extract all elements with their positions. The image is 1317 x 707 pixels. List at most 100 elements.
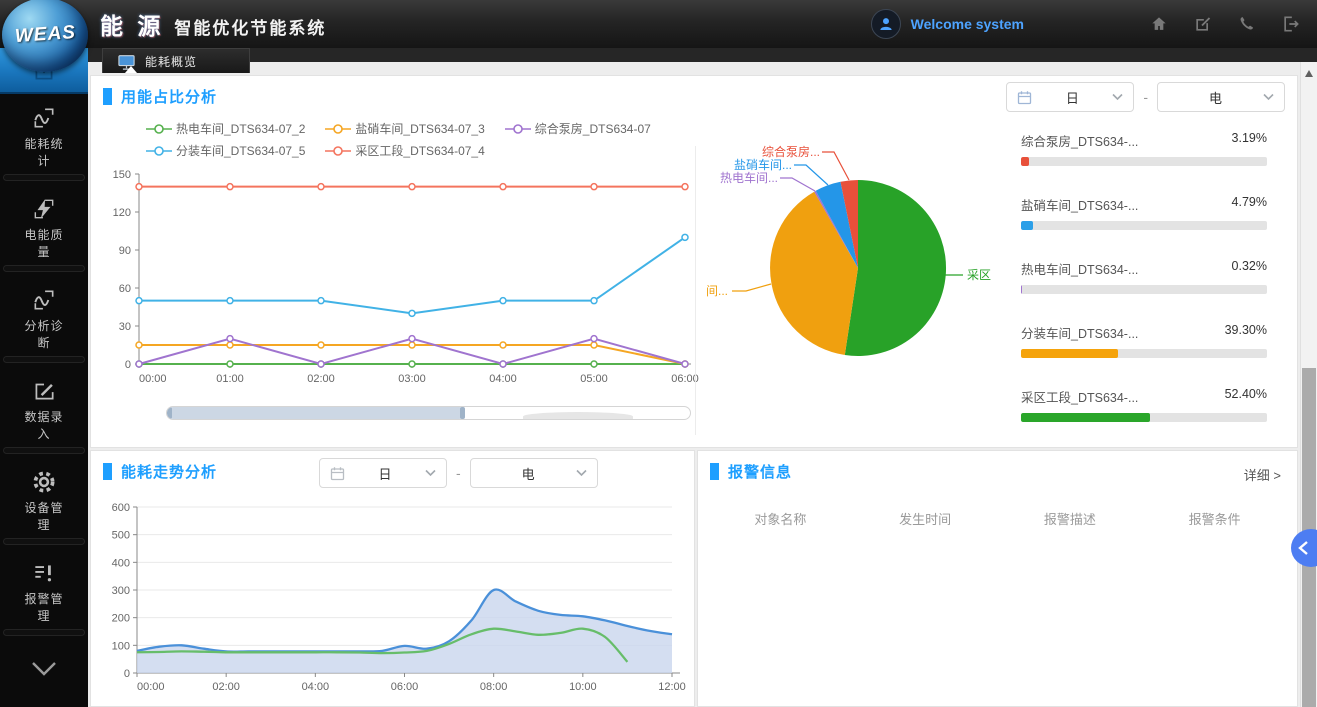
svg-text:热电车间...: 热电车间... <box>720 170 778 185</box>
svg-text:00:00: 00:00 <box>139 373 167 385</box>
ranking-name: 采区工段_DTS634-... <box>1021 387 1138 406</box>
title-accent-bar <box>103 88 112 105</box>
svg-text:400: 400 <box>112 557 130 569</box>
trend-icon <box>30 103 58 133</box>
sidebar-item-label: 分析诊断 <box>21 318 67 352</box>
user-info: Welcome system <box>871 9 1024 39</box>
sidebar-divider <box>3 174 85 181</box>
legend-item[interactable]: 综合泵房_DTS634-07 <box>505 120 651 137</box>
sidebar-item-data-entry[interactable]: 数据录入 <box>0 367 88 443</box>
edit-icon[interactable] <box>1193 14 1213 34</box>
sidebar-item-label: 报警管理 <box>21 591 67 625</box>
svg-text:90: 90 <box>119 245 131 257</box>
alarm-column-header: 报警描述 <box>998 509 1143 528</box>
svg-text:120: 120 <box>113 207 131 219</box>
usage-ranking-list: 综合泵房_DTS634-...3.19%盐硝车间_DTS634-...4.79%… <box>1021 131 1267 451</box>
ranking-row: 热电车间_DTS634-...0.32% <box>1021 259 1267 294</box>
weas-logo-text: WEAS <box>14 22 76 48</box>
alarm-column-header: 报警条件 <box>1142 509 1287 528</box>
svg-text:01:00: 01:00 <box>216 373 244 385</box>
title-accent-bar <box>103 463 112 480</box>
app-title: 能 源 智能优化节能系统 <box>100 7 326 41</box>
sidebar-divider <box>3 265 85 272</box>
ranking-name: 分装车间_DTS634-... <box>1021 323 1138 342</box>
alarm-list-icon <box>31 558 57 588</box>
svg-text:综合泵房...: 综合泵房... <box>762 144 820 159</box>
svg-text:0: 0 <box>125 359 131 371</box>
datazoom-handle-right[interactable] <box>460 407 465 419</box>
ranking-bar-track <box>1021 349 1267 358</box>
ranking-bar-track <box>1021 221 1267 230</box>
svg-text:采区: 采区 <box>967 268 991 282</box>
svg-text:02:00: 02:00 <box>307 373 335 385</box>
usage-energy-type-select[interactable]: 电 <box>1157 82 1285 112</box>
user-avatar-icon <box>871 9 901 39</box>
ranking-row: 盐硝车间_DTS634-... 4.79% <box>1021 195 1267 230</box>
sidebar-item-device-mgmt[interactable]: 设备管理 <box>0 458 88 534</box>
logout-icon[interactable] <box>1281 14 1301 34</box>
panel-alarm-info: 报警信息 详细 > 对象名称发生时间报警描述报警条件 <box>697 450 1298 707</box>
line-legend: 热电车间_DTS634-07_2 盐硝车间_DTS634-07_3 综合泵房_DTS… <box>146 120 651 164</box>
sidebar-item-alarm-mgmt[interactable]: 报警管理 <box>0 549 88 625</box>
main-content: 用能占比分析 日 - 电 <box>88 62 1300 707</box>
ranking-row: 分装车间_DTS634-... 39.30% <box>1021 323 1267 358</box>
ranking-name: 盐硝车间_DTS634-... <box>1021 195 1138 214</box>
sidebar-item-label: 电能质量 <box>21 227 67 261</box>
sidebar-item-energy-stats[interactable]: 能耗统计 <box>0 94 88 170</box>
calendar-icon <box>1017 90 1032 105</box>
sidebar-item-expand[interactable] <box>0 640 88 684</box>
ranking-bar-fill <box>1021 221 1033 230</box>
calendar-icon <box>330 466 345 481</box>
legend-item[interactable]: 热电车间_DTS634-07_2 <box>146 120 305 137</box>
ranking-bar-fill <box>1021 413 1150 422</box>
svg-text:04:00: 04:00 <box>489 373 517 385</box>
svg-text:12:00: 12:00 <box>658 681 686 693</box>
trend-energy-type-select[interactable]: 电 <box>470 458 598 488</box>
alarm-table-header: 对象名称发生时间报警描述报警条件 <box>708 509 1287 528</box>
chevron-down-icon <box>425 469 436 477</box>
trend-period-select[interactable]: 日 <box>319 458 447 488</box>
sidebar-divider <box>3 356 85 363</box>
sidebar-item-power-quality[interactable]: 电能质量 <box>0 185 88 261</box>
panel-usage-title: 用能占比分析 <box>103 86 217 107</box>
legend-item[interactable]: 盐硝车间_DTS634-07_3 <box>325 120 484 137</box>
svg-text:06:00: 06:00 <box>391 681 419 693</box>
tab-energy-overview[interactable]: 能耗概览 <box>102 48 250 73</box>
ranking-percent: 52.40% <box>1225 387 1267 406</box>
sidebar: 能耗统计 电能质量 分析诊断 数据录入 设备管理 <box>0 48 88 707</box>
ranking-bar-fill <box>1021 285 1022 294</box>
ranking-percent: 4.79% <box>1232 195 1267 214</box>
pencil-icon <box>31 376 57 406</box>
svg-text:500: 500 <box>112 530 130 542</box>
usage-period-select[interactable]: 日 <box>1006 82 1134 112</box>
app-title-primary: 能 源 <box>100 7 164 41</box>
usage-filter-group: 日 - 电 <box>1006 82 1285 112</box>
panel-trend-title: 能耗走势分析 <box>103 461 217 482</box>
panel-title-text: 能耗走势分析 <box>121 461 217 482</box>
svg-text:600: 600 <box>112 502 130 514</box>
sidebar-item-label: 设备管理 <box>21 500 67 534</box>
datazoom-slider[interactable] <box>166 406 691 420</box>
page-scrollbar <box>1300 62 1317 707</box>
alarm-detail-link[interactable]: 详细 > <box>1244 465 1281 484</box>
svg-text:10:00: 10:00 <box>569 681 597 693</box>
datazoom-range[interactable] <box>167 407 465 419</box>
ranking-bar-track <box>1021 285 1267 294</box>
chevron-down-icon <box>576 469 587 477</box>
svg-text:间...: 间... <box>706 284 728 298</box>
trend-filter-group: 日 - 电 <box>319 458 598 488</box>
ranking-bar-fill <box>1021 349 1118 358</box>
header-actions <box>1149 14 1301 34</box>
svg-text:05:00: 05:00 <box>580 373 608 385</box>
scroll-up-arrow[interactable] <box>1305 70 1313 77</box>
phone-icon[interactable] <box>1237 14 1257 34</box>
weas-logo: WEAS <box>2 0 88 72</box>
home-icon[interactable] <box>1149 14 1169 34</box>
ranking-percent: 39.30% <box>1225 323 1267 342</box>
svg-text:150: 150 <box>113 169 131 181</box>
datazoom-handle-left[interactable] <box>167 407 172 419</box>
legend-item[interactable]: 采区工段_DTS634-07_4 <box>325 142 484 159</box>
legend-item[interactable]: 分装车间_DTS634-07_5 <box>146 142 305 159</box>
sidebar-item-label: 能耗统计 <box>21 136 67 170</box>
sidebar-item-analysis[interactable]: 分析诊断 <box>0 276 88 352</box>
